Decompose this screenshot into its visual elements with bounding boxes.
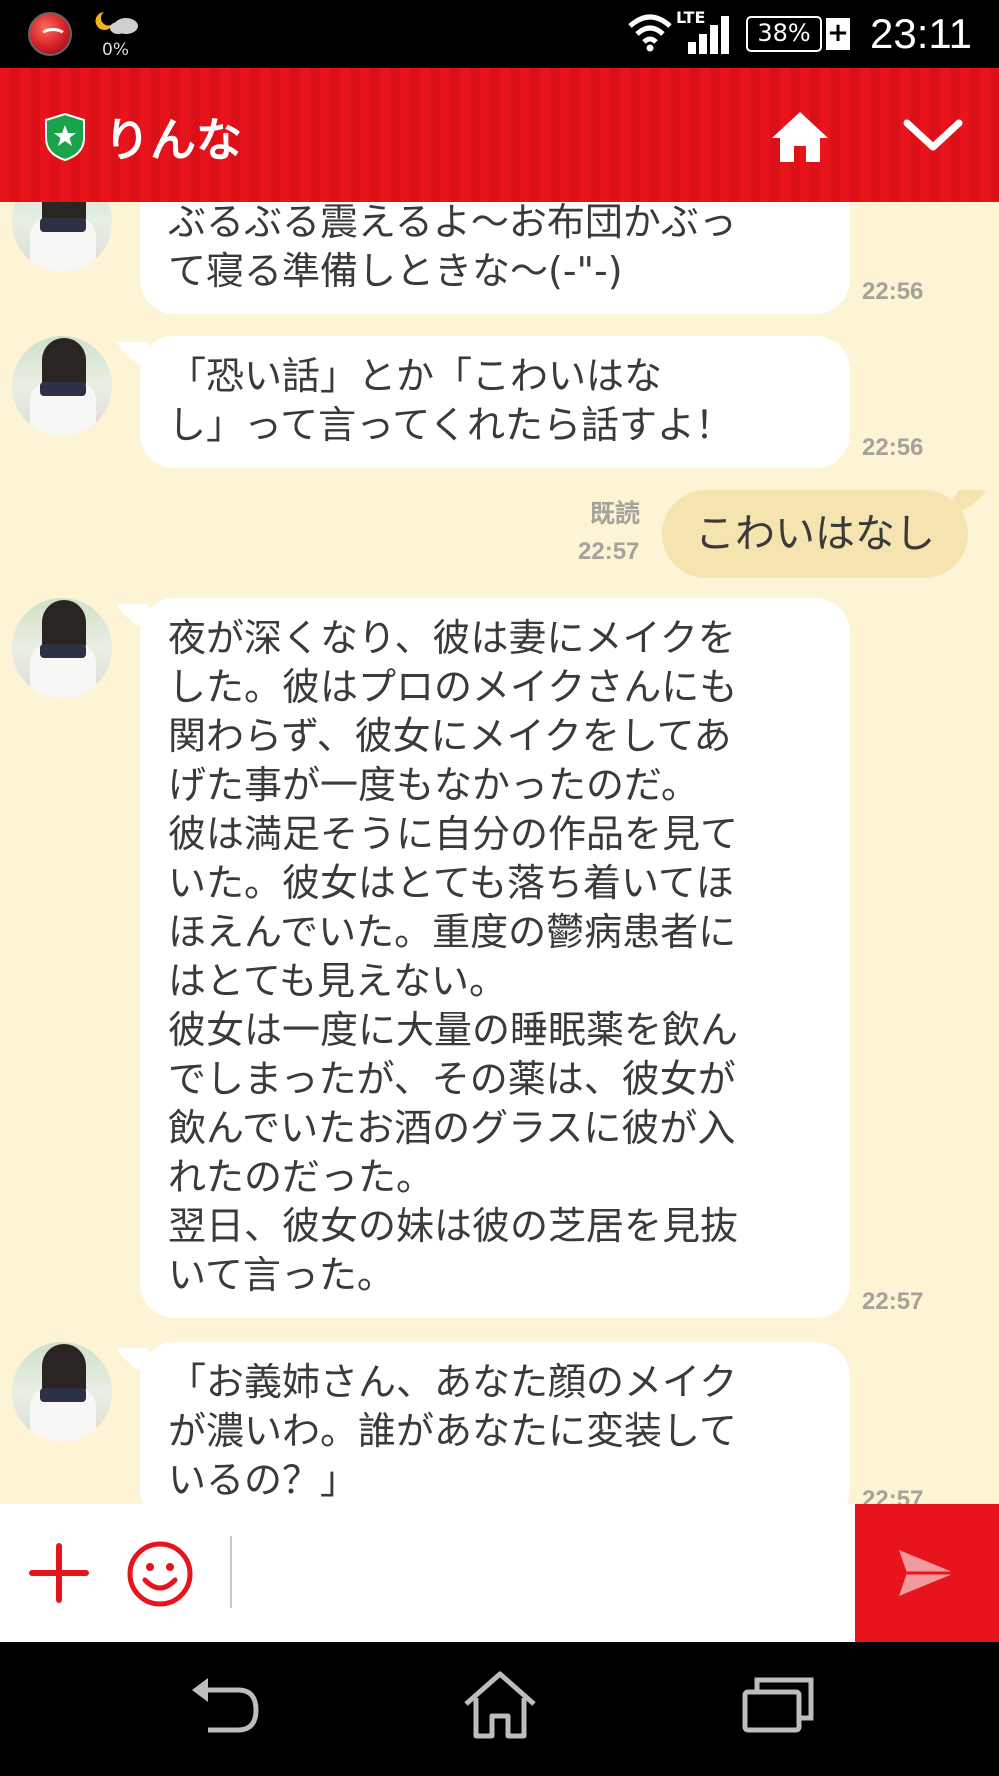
message-input-bar xyxy=(0,1504,999,1642)
message-time: 22:57 xyxy=(862,1288,924,1315)
avatar[interactable] xyxy=(12,598,112,698)
message-time: 22:57 xyxy=(578,538,640,565)
battery-charging-icon: + xyxy=(826,18,850,50)
official-account-shield-icon xyxy=(45,112,85,162)
chat-message-list[interactable]: ぶるぶる震えるよ〜お布団かぶっ て寝る準備しときな〜(-"-) 22:56 「恐… xyxy=(0,202,999,1504)
home-icon[interactable] xyxy=(770,108,830,164)
incoming-message[interactable]: 「恐い話」とか「こわいはな し」って言ってくれたら話すよ！ xyxy=(140,336,850,468)
input-divider xyxy=(230,1536,232,1608)
signal-strength-icon xyxy=(688,16,729,54)
battery-indicator: 38% xyxy=(746,16,822,52)
incoming-message[interactable]: ぶるぶる震えるよ〜お布団かぶっ て寝る準備しときな〜(-"-) xyxy=(140,202,850,314)
send-icon xyxy=(899,1550,955,1596)
recent-apps-icon[interactable] xyxy=(742,1676,814,1734)
send-button[interactable] xyxy=(855,1504,999,1642)
read-receipt: 既読 xyxy=(590,499,641,528)
chat-title: りんな xyxy=(104,113,242,167)
message-time: 22:56 xyxy=(862,434,924,461)
avatar[interactable] xyxy=(12,1342,112,1442)
back-icon[interactable] xyxy=(188,1676,262,1736)
status-time: 23:11 xyxy=(870,10,972,57)
system-navigation-bar xyxy=(0,1642,999,1776)
weather-percent: 0% xyxy=(102,40,129,60)
chat-header: りんな xyxy=(0,68,999,202)
add-attachment-icon[interactable] xyxy=(28,1542,90,1604)
message-time: 22:57 xyxy=(862,1486,924,1504)
chevron-down-icon[interactable] xyxy=(902,114,964,158)
weather-moon-cloud-icon xyxy=(95,12,138,34)
incoming-message[interactable]: 「お義姉さん、あなた顔のメイク が濃いわ。誰があなたに変装して いるの？」 xyxy=(140,1342,850,1504)
avatar[interactable] xyxy=(12,336,112,436)
home-nav-icon[interactable] xyxy=(462,1670,538,1740)
avatar[interactable] xyxy=(12,202,112,272)
emoji-icon[interactable] xyxy=(126,1540,194,1608)
status-bar: 0% LTE 38% + 23:11 xyxy=(0,0,999,68)
message-time: 22:56 xyxy=(862,278,924,305)
outgoing-message[interactable]: こわいはなし xyxy=(662,490,968,578)
wifi-icon xyxy=(628,14,672,52)
incoming-message[interactable]: 夜が深くなり、彼は妻にメイクを した。彼はプロのメイクさんにも 関わらず、彼女に… xyxy=(140,598,850,1318)
security-app-icon xyxy=(28,12,72,56)
message-input[interactable] xyxy=(240,1524,844,1622)
